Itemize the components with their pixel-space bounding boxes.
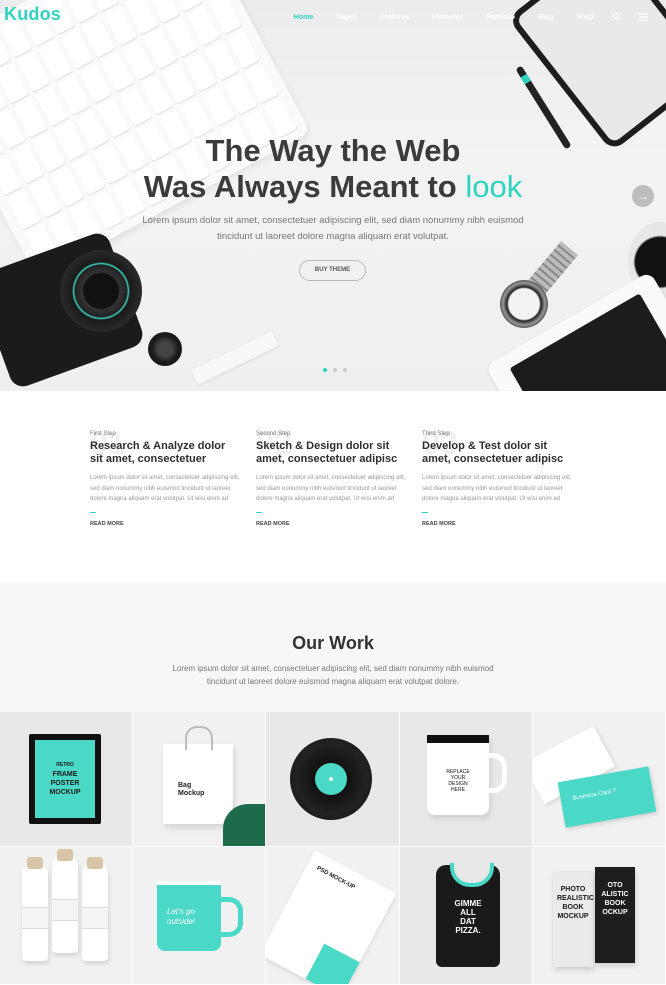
poster-text: MOCKUP	[49, 789, 81, 796]
book-text: BOOK	[562, 904, 584, 911]
mug-text: REPLACE YOUR DESIGN HERE	[446, 769, 470, 793]
slide-dot-2[interactable]	[333, 368, 337, 372]
section-title: Our Work	[292, 633, 374, 653]
nav-menu: Home Pages Features Elements Portfolio B…	[271, 12, 648, 23]
book-text: REALISTIC	[557, 895, 594, 902]
bottle-image	[52, 849, 78, 953]
step-title: Sketch & Design dolor sit amet, consecte…	[256, 440, 398, 465]
step-label: Third Step	[422, 431, 450, 437]
portfolio-item-vinyl[interactable]	[266, 712, 400, 847]
portfolio-item-book[interactable]: PHOTO REALISTIC BOOK MOCKUP OTO ALISTIC …	[533, 847, 666, 985]
camera-lens-image	[60, 250, 142, 332]
step-divider	[90, 511, 96, 513]
step-label: First Step	[90, 431, 116, 437]
poster-text: RETRO	[56, 762, 74, 768]
tank-text: GIMME	[454, 899, 482, 908]
portfolio-item-business-card[interactable]: Business Card 7	[533, 712, 666, 847]
frame-poster-image: RETRO FRAME POSTER MOCKUP	[29, 734, 101, 824]
enamel-mug-text: Let's go	[167, 907, 195, 916]
bag-text: Bag	[178, 782, 192, 789]
step-description: Lorem ipsum dolor sit amet, consectetuer…	[256, 475, 406, 502]
portfolio-item-enamel-mug[interactable]: Let's go outside!	[133, 847, 266, 985]
business-card-text: Business Card 7	[572, 788, 617, 802]
step-card-3: 03 Third Step Develop & Test dolor sit a…	[422, 425, 572, 527]
step-divider	[422, 511, 428, 513]
logo[interactable]: Kudos	[4, 4, 61, 25]
book-image: OTO ALISTIC BOOK OCKUP	[595, 867, 635, 963]
bag-text: Mockup	[178, 790, 205, 797]
step-card-2: 02 Second Step Sketch & Design dolor sit…	[256, 425, 406, 527]
bag-image: Bag Mockup	[163, 726, 233, 824]
step-card-1: 01 First Step Research & Analyze dolor s…	[90, 425, 240, 527]
top-navigation: Kudos Home Pages Features Elements Portf…	[0, 0, 666, 36]
tank-top-image: GIMME ALL DAT PIZZA.	[436, 863, 500, 967]
hero-title-accent: look	[465, 169, 523, 204]
hero-title-line1: The Way the Web	[205, 133, 461, 168]
book-image: PHOTO REALISTIC BOOK MOCKUP	[553, 871, 594, 967]
step-title: Develop & Test dolor sit amet, consectet…	[422, 440, 564, 465]
paper-text: PSD MOCK-UP	[315, 865, 356, 891]
bottle-image	[22, 857, 48, 961]
portfolio-item-paper[interactable]: PSD MOCK-UP	[266, 847, 400, 985]
book-text: OCKUP	[602, 909, 628, 916]
nav-item-portfolio[interactable]: Portfolio	[486, 14, 515, 21]
portfolio-grid: RETRO FRAME POSTER MOCKUP Bag Mockup REPL…	[0, 712, 666, 985]
nav-item-elements[interactable]: Elements	[432, 14, 463, 21]
hero-title-line2: Was Always Meant to	[143, 169, 466, 204]
step-title: Research & Analyze dolor sit amet, conse…	[90, 440, 226, 465]
section-subtitle: Lorem ipsum dolor sit amet, consectetuer…	[172, 664, 494, 686]
nav-item-pages[interactable]: Pages	[336, 14, 357, 21]
nav-item-home[interactable]: Home	[294, 14, 313, 21]
ruler-image	[191, 331, 279, 385]
steps-section: 01 First Step Research & Analyze dolor s…	[0, 391, 666, 582]
enamel-mug-text: outside!	[167, 917, 196, 926]
tank-text: PIZZA.	[455, 926, 481, 935]
logo-text: Kudos	[4, 4, 61, 24]
hero-subtitle: Lorem ipsum dolor sit amet, consectetuer…	[142, 215, 524, 242]
portfolio-item-tank-top[interactable]: GIMME ALL DAT PIZZA.	[400, 847, 533, 985]
slider-dots	[323, 368, 347, 372]
bottle-image	[82, 857, 108, 961]
step-divider	[256, 511, 262, 513]
leaf-image	[223, 804, 265, 846]
book-text: ALISTIC	[601, 891, 629, 898]
paper-corner-image	[305, 943, 360, 984]
portfolio-item-bag[interactable]: Bag Mockup	[133, 712, 266, 847]
mug-image: REPLACE YOUR DESIGN HERE	[427, 735, 507, 815]
nav-item-blog[interactable]: Blog	[538, 14, 554, 21]
vinyl-record-image	[290, 738, 372, 820]
step-label: Second Step	[256, 431, 291, 437]
nav-item-shop[interactable]: Shop	[577, 14, 595, 21]
lens-cap-image	[148, 332, 182, 366]
search-icon[interactable]	[612, 12, 621, 23]
book-text: MOCKUP	[557, 913, 589, 920]
nav-item-features[interactable]: Features	[380, 14, 409, 21]
read-more-link[interactable]: READ MORE	[422, 521, 572, 527]
poster-text: POSTER	[50, 780, 80, 787]
hero-title: The Way the Web Was Always Meant to look	[0, 133, 666, 205]
portfolio-item-mug[interactable]: REPLACE YOUR DESIGN HERE	[400, 712, 533, 847]
paper-mockup-image: PSD MOCK-UP	[266, 850, 397, 984]
watch-image	[500, 280, 548, 328]
hero-section: Kudos Home Pages Features Elements Portf…	[0, 0, 666, 391]
portfolio-item-bottles[interactable]	[0, 847, 133, 985]
read-more-link[interactable]: READ MORE	[90, 521, 240, 527]
slide-dot-3[interactable]	[343, 368, 347, 372]
read-more-link[interactable]: READ MORE	[256, 521, 406, 527]
slide-dot-1[interactable]	[323, 368, 327, 372]
tank-text: ALL	[460, 908, 476, 917]
enamel-mug-image: Let's go outside!	[157, 881, 243, 951]
book-text: PHOTO	[560, 886, 586, 893]
next-slide-arrow-icon[interactable]: →	[632, 185, 654, 207]
menu-icon[interactable]	[639, 12, 648, 23]
poster-text: FRAME	[52, 771, 78, 778]
buy-theme-button[interactable]: BUY THEME	[299, 260, 366, 281]
step-description: Lorem ipsum dolor sit amet, consectetuer…	[422, 475, 572, 502]
portfolio-item-frame-poster[interactable]: RETRO FRAME POSTER MOCKUP	[0, 712, 133, 847]
book-text: OTO	[607, 882, 623, 889]
step-description: Lorem ipsum dolor sit amet, consectetuer…	[90, 475, 240, 502]
book-text: BOOK	[604, 900, 626, 907]
tank-text: DAT	[460, 917, 476, 926]
our-work-section: Our Work Lorem ipsum dolor sit amet, con…	[0, 582, 666, 712]
